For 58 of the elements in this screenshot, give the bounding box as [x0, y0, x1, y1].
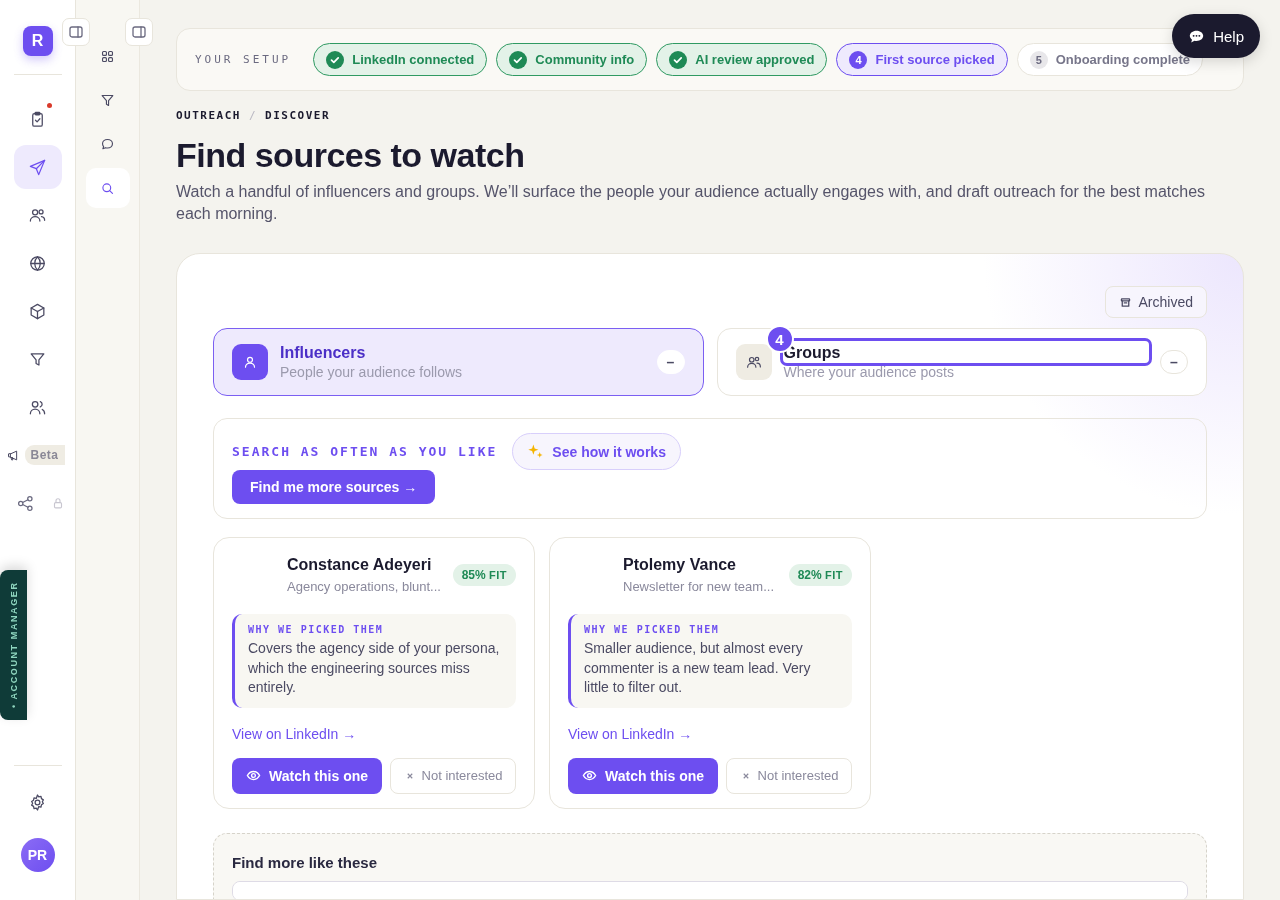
- linkedin-link[interactable]: View on LinkedIn →: [568, 725, 693, 742]
- source-description: Newsletter for new team...: [623, 579, 774, 594]
- note-text: Smaller audience, but almost every commenter is a new team lead. Very little to filter out.: [584, 639, 812, 697]
- collapse-button[interactable]: –: [1160, 350, 1188, 374]
- watch-button[interactable]: Watch this one: [568, 757, 719, 794]
- step-number: 5: [1029, 50, 1048, 69]
- user-avatar[interactable]: PR: [20, 838, 55, 872]
- beta-badge: Beta: [24, 445, 65, 465]
- find-sources-button[interactable]: Find me more sources →: [232, 470, 436, 504]
- setup-step: 5 Onboarding complete: [1016, 43, 1204, 76]
- source-type-tab[interactable]: Influencers People your audience follows –: [213, 328, 704, 396]
- tab-title: Influencers: [280, 344, 366, 362]
- source-name: Ptolemy Vance: [623, 556, 737, 574]
- dismiss-button[interactable]: Not interested: [726, 757, 852, 794]
- fit-badge: 85% FIT: [452, 564, 516, 586]
- sidebar-toggle[interactable]: [62, 18, 90, 46]
- linkedin-link[interactable]: View on LinkedIn →: [232, 725, 357, 742]
- eye-icon: [582, 768, 597, 783]
- page-title: Find sources to watch: [176, 136, 526, 175]
- archive-icon: [1118, 295, 1132, 309]
- source-description: Agency operations, blunt...: [287, 579, 441, 594]
- check-icon: [669, 50, 688, 69]
- panel-icon: [68, 24, 84, 40]
- check-icon: [509, 50, 528, 69]
- archived-button[interactable]: Archived: [1104, 286, 1207, 318]
- how-it-works-button[interactable]: See how it works: [512, 433, 681, 470]
- setup-step: Community info: [496, 43, 648, 76]
- note-label: WHY WE PICKED THEM: [584, 624, 721, 635]
- watch-button[interactable]: Watch this one: [232, 757, 383, 794]
- collapse-button[interactable]: –: [656, 350, 685, 374]
- search-eyebrow: SEARCH AS OFTEN AS YOU LIKE: [232, 444, 498, 459]
- input-field[interactable]: [232, 880, 1188, 899]
- app-logo[interactable]: R: [22, 26, 53, 56]
- find-more-title: Find more like these: [232, 853, 379, 871]
- setup-step: LinkedIn connected: [313, 43, 488, 76]
- breadcrumb-separator: /: [249, 109, 258, 122]
- breadcrumb-item[interactable]: OUTREACH: [176, 109, 241, 122]
- setup-step: AI review approved: [656, 43, 828, 76]
- send-icon[interactable]: [13, 145, 62, 189]
- source-name: Constance Adeyeri: [287, 556, 433, 574]
- step-number: 4: [849, 50, 868, 69]
- setup-label: YOUR SETUP: [195, 53, 292, 66]
- panel-icon: [131, 24, 147, 40]
- dismiss-button[interactable]: Not interested: [390, 757, 516, 794]
- setup-step: 4 First source picked: [836, 43, 1008, 76]
- check-icon: [326, 50, 345, 69]
- page-description: Watch a handful of influencers and groups. We’ll surface the people your audience actually engages with, and draft outreach for the best matches each morning.: [176, 182, 1207, 224]
- tab-subtitle: Where your audience posts: [783, 364, 955, 380]
- breadcrumb-item[interactable]: DISCOVER: [265, 109, 331, 122]
- sidebar-toggle[interactable]: [125, 18, 153, 46]
- note-text: Covers the agency side of your persona, which the engineering sources miss entirely.: [248, 639, 501, 697]
- fit-badge: 82% FIT: [788, 564, 852, 586]
- people-icon: [735, 344, 772, 380]
- note-label: WHY WE PICKED THEM: [248, 624, 385, 635]
- person-icon: [232, 344, 268, 380]
- tab-subtitle: People your audience follows: [280, 364, 464, 380]
- account-manager-tab[interactable]: • ACCOUNT MANAGER: [0, 570, 27, 720]
- eye-icon: [246, 768, 261, 783]
